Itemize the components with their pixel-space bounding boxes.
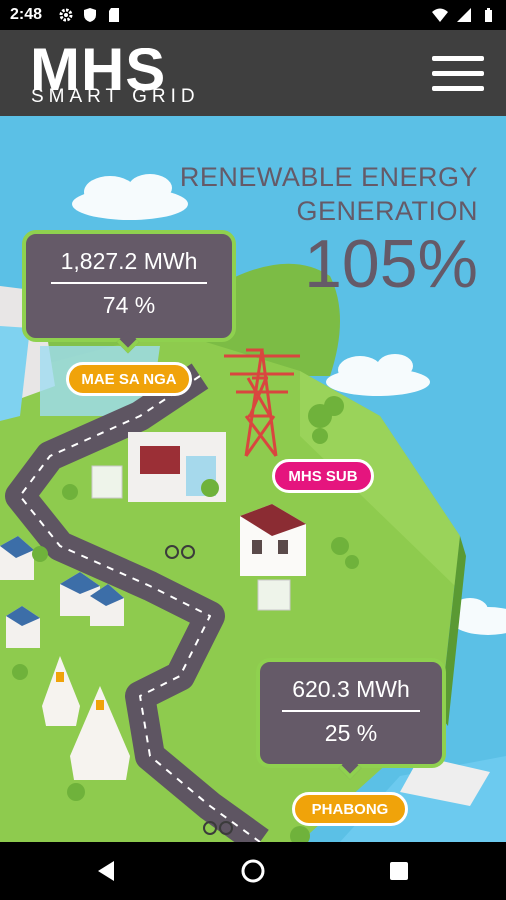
status-icons-left [58,7,122,23]
bubble-divider [50,282,208,284]
headline-line1: RENEWABLE ENERGY [179,162,478,192]
logo-subtitle: SMART GRID [31,86,200,107]
mae-sa-nga-energy: 1,827.2 MWh [60,248,198,274]
signal-icon [457,8,471,22]
navigation-bar [0,842,506,900]
mae-sa-nga-tag[interactable]: MAE SA NGA [66,362,192,396]
app-header: MHS SMART GRID [0,30,506,116]
back-triangle-icon[interactable] [92,856,122,886]
recents-square-icon[interactable] [384,856,414,886]
battery-icon [485,8,492,22]
hamburger-menu-icon[interactable] [432,56,484,92]
phabong-tag[interactable]: PHABONG [292,792,408,826]
shield-icon [84,8,96,22]
phabong-info-bubble[interactable]: 620.3 MWh 25 % [256,658,446,768]
gear-icon [59,8,73,22]
status-time: 2:48 [10,6,43,23]
mhs-sub-tag[interactable]: MHS SUB [272,459,374,493]
energy-map-scene: RENEWABLE ENERGY GENERATION 105% 1,827.2… [0,116,506,842]
bubble-divider [281,710,421,712]
status-bar: 2:48 [0,0,506,30]
phabong-percent: 25 % [324,720,378,746]
mae-sa-nga-info-bubble[interactable]: 1,827.2 MWh 74 % [22,230,236,342]
mae-sa-nga-percent: 74 % [102,292,156,318]
status-icons-right [432,7,496,23]
headline-line2: GENERATION [296,196,478,226]
home-circle-icon[interactable] [238,856,268,886]
sd-card-icon [109,8,119,22]
phabong-energy: 620.3 MWh [292,676,410,702]
wifi-icon [432,8,448,22]
